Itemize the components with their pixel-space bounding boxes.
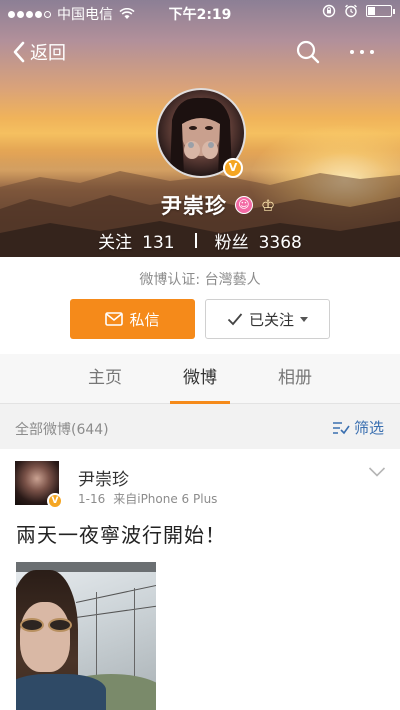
post-date: 1-16 xyxy=(78,492,106,506)
profile-avatar[interactable]: V xyxy=(156,88,246,178)
chevron-down-icon xyxy=(368,467,386,477)
power-line xyxy=(134,588,135,678)
follow-button-label: 已关注 xyxy=(248,310,294,329)
post-menu-button[interactable] xyxy=(368,463,386,482)
following-stat[interactable]: 关注 131 xyxy=(98,228,174,253)
followers-count: 3368 xyxy=(258,233,302,253)
following-label: 关注 xyxy=(98,233,133,253)
filter-button[interactable]: 筛选 xyxy=(332,417,384,438)
battery-icon xyxy=(366,5,395,17)
alarm-icon xyxy=(345,4,357,18)
mail-icon xyxy=(105,312,124,326)
verified-badge-icon: V xyxy=(223,158,243,178)
search-icon xyxy=(296,40,320,64)
post-photo[interactable] xyxy=(16,562,156,710)
following-count: 131 xyxy=(142,233,175,253)
filter-icon xyxy=(332,421,350,434)
rotation-lock-icon xyxy=(322,4,336,18)
tab-weibo[interactable]: 微博 xyxy=(165,354,235,404)
check-icon xyxy=(227,313,243,326)
post-meta: 1-16 来自iPhone 6 Plus xyxy=(78,490,217,507)
follow-status-button[interactable]: 已关注 xyxy=(205,299,330,339)
power-line xyxy=(96,592,97,682)
verified-badge-icon: V xyxy=(47,493,63,509)
back-chevron-icon xyxy=(13,41,25,63)
person-jacket xyxy=(16,674,106,710)
post-text: 兩天一夜寧波行開始！ xyxy=(16,523,226,547)
active-tab-indicator xyxy=(170,401,230,404)
all-posts-label: 全部微博(644) xyxy=(15,422,109,438)
sunglasses xyxy=(18,618,74,634)
status-bar: 中国电信 下午2:19 xyxy=(0,0,400,24)
profile-header: 中国电信 下午2:19 返回 V 尹崇珍 ☺ ♔ 关注 131 粉丝 3368 xyxy=(0,0,400,257)
profile-info: 微博认证: 台灣藝人 私信 已关注 xyxy=(0,257,400,354)
post-source: 来自iPhone 6 Plus xyxy=(113,492,218,506)
tab-album-label: 相册 xyxy=(278,368,312,388)
back-button[interactable]: 返回 xyxy=(12,38,66,66)
person-face xyxy=(20,602,70,672)
message-button[interactable]: 私信 xyxy=(70,299,195,339)
more-dots-icon[interactable] xyxy=(344,38,380,66)
tab-home[interactable]: 主页 xyxy=(70,354,140,404)
tab-weibo-label: 微博 xyxy=(183,368,217,388)
filter-label: 筛选 xyxy=(353,419,384,437)
chevron-down-icon xyxy=(300,316,308,322)
profile-name: 尹崇珍 xyxy=(160,194,227,218)
post-author[interactable]: 尹崇珍 xyxy=(78,465,129,490)
back-label: 返回 xyxy=(30,43,66,64)
search-button[interactable] xyxy=(294,38,322,66)
verified-text: 微博认证: 台灣藝人 xyxy=(139,272,261,288)
filter-bar: 全部微博(644) 筛选 xyxy=(0,405,400,449)
tab-home-label: 主页 xyxy=(88,368,122,388)
member-icon[interactable]: ☺ xyxy=(234,196,253,214)
profile-tabs: 主页 微博 相册 xyxy=(0,354,400,404)
followers-stat[interactable]: 粉丝 3368 xyxy=(215,228,302,253)
followers-label: 粉丝 xyxy=(214,233,249,253)
stats-divider xyxy=(194,233,197,248)
post-avatar[interactable]: V xyxy=(15,461,63,509)
crown-icon[interactable]: ♔ xyxy=(261,196,275,215)
message-button-label: 私信 xyxy=(129,310,160,329)
follow-stats: 关注 131 粉丝 3368 xyxy=(0,228,400,253)
name-row: 尹崇珍 ☺ ♔ xyxy=(0,190,400,220)
tab-album[interactable]: 相册 xyxy=(260,354,330,404)
weibo-post[interactable]: V 尹崇珍 1-16 来自iPhone 6 Plus 兩天一夜寧波行開始！ xyxy=(0,449,400,710)
